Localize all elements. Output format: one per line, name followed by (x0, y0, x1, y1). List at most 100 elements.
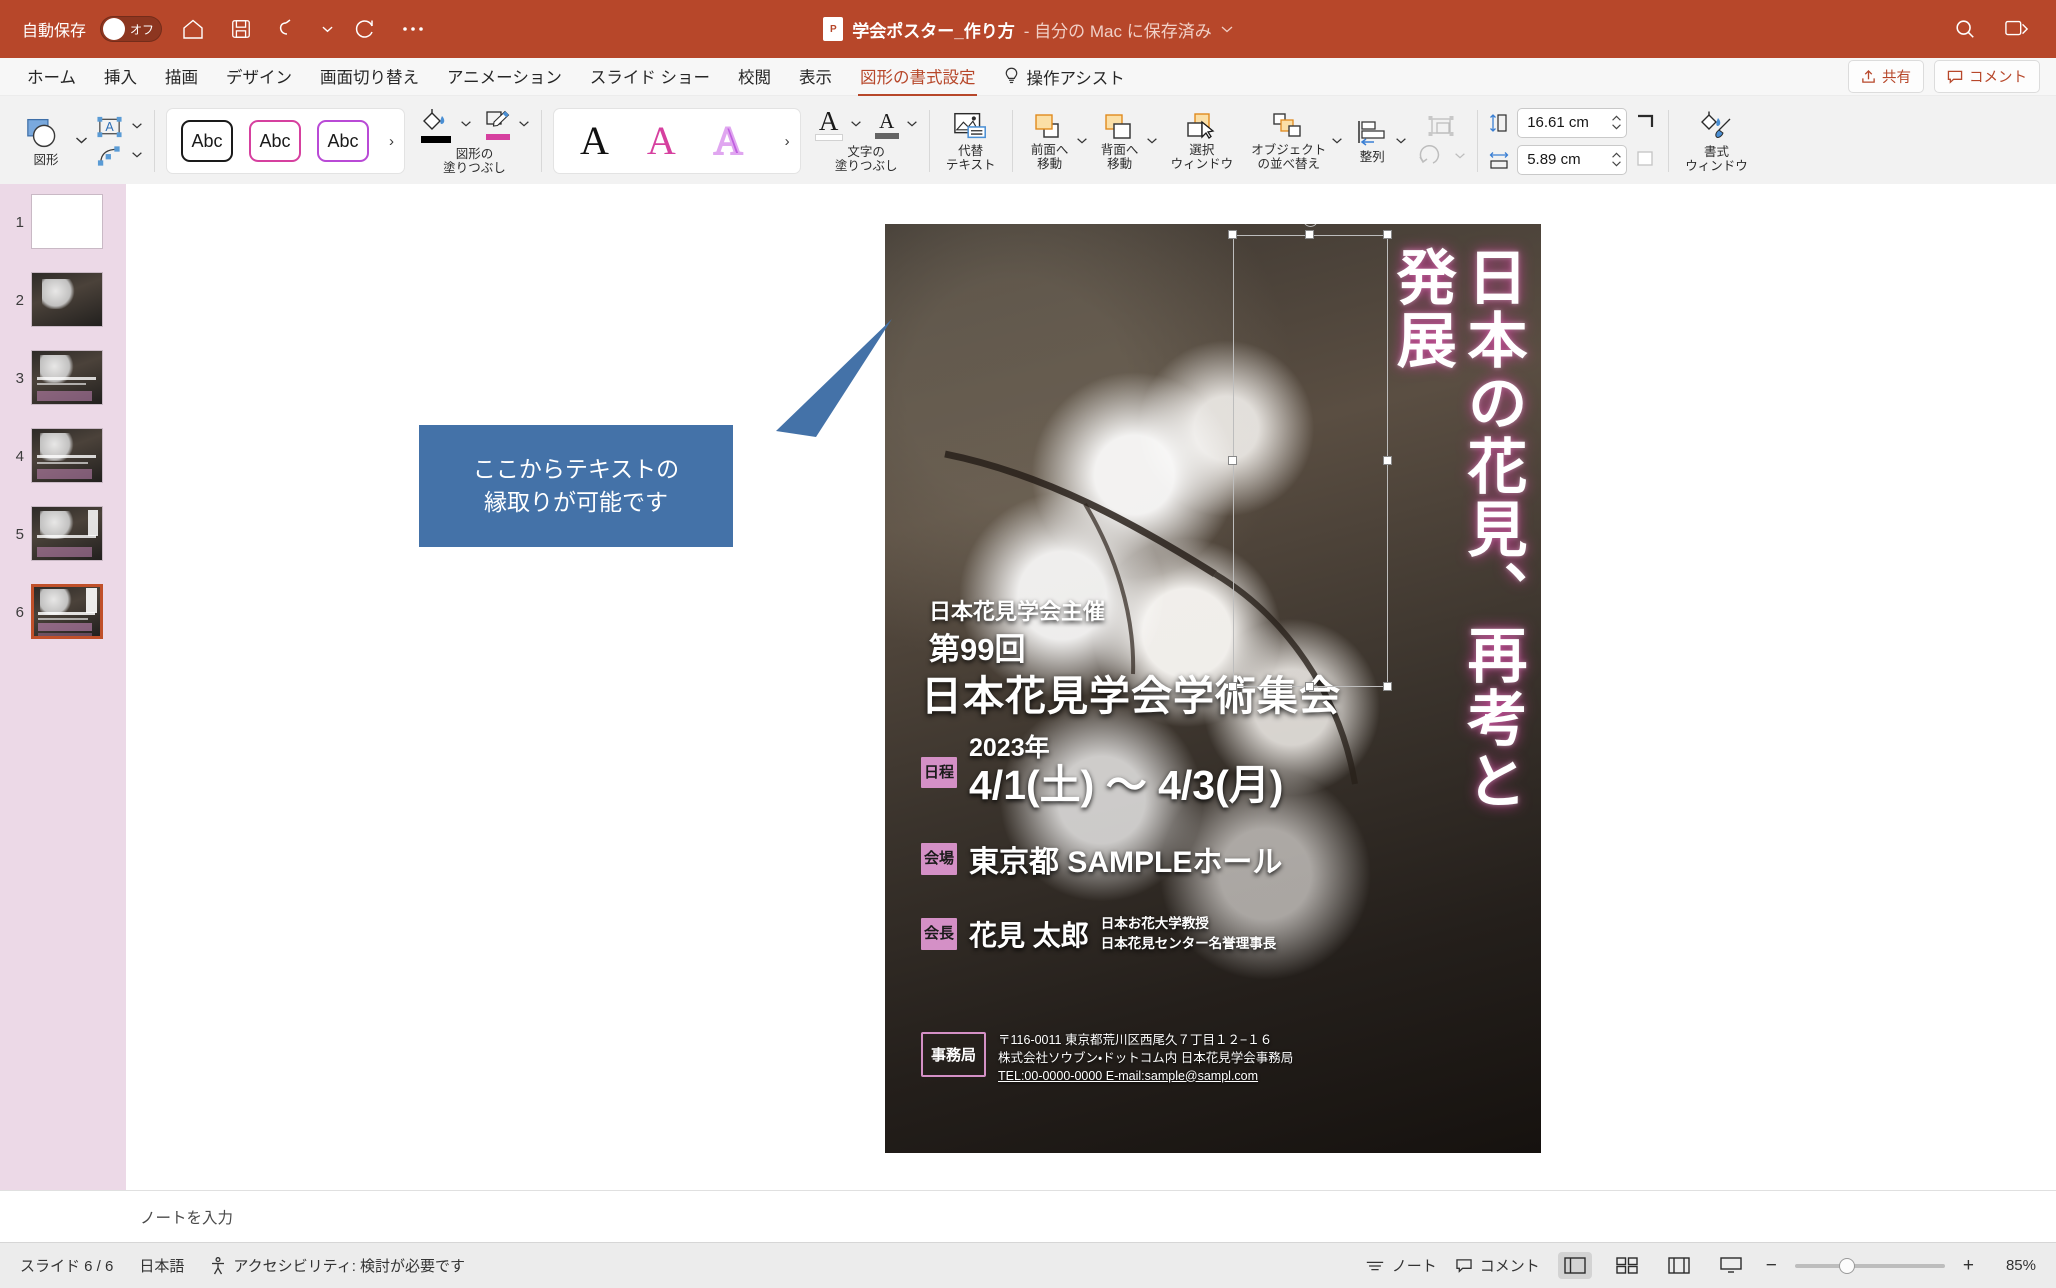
list-item[interactable]: 3 (0, 350, 126, 405)
poster-vertical-title[interactable]: 日本の花見、再考と発展 (1385, 246, 1527, 826)
share-window-icon[interactable] (2000, 12, 2034, 46)
crop-corner-icon[interactable] (1635, 113, 1657, 133)
edit-text-box-icon[interactable]: A (96, 116, 123, 138)
search-icon[interactable] (1948, 12, 1982, 46)
poster-row-chair[interactable]: 会長 花見 太郎 日本お花大学教授 日本花見センター名誉理事長 (921, 914, 1276, 954)
comments-toggle-button[interactable]: コメント (1455, 1255, 1540, 1276)
width-spinner[interactable] (1611, 152, 1622, 167)
tell-me-assist[interactable]: 操作アシスト (990, 65, 1124, 89)
selection-handle-mr[interactable] (1383, 456, 1392, 465)
zoom-level[interactable]: 85% (1992, 1257, 2036, 1274)
zoom-slider-knob[interactable] (1839, 1258, 1855, 1274)
slide-surface[interactable]: 日本の花見、再考と発展 日本花見学会主催 第99回 日本花見学会学術集会 日程 … (885, 224, 1541, 1153)
notes-toggle-button[interactable]: ノート (1365, 1255, 1437, 1276)
selection-handle-br[interactable] (1383, 682, 1392, 691)
share-button[interactable]: 共有 (1848, 60, 1924, 93)
selection-pane-button[interactable]: 選択 ウィンドウ (1166, 110, 1239, 173)
tab-view[interactable]: 表示 (786, 58, 845, 95)
shape-styles-more-icon[interactable]: › (385, 133, 398, 150)
shape-style-3[interactable]: Abc (317, 120, 369, 162)
send-backward-button[interactable]: 背面へ 移動 (1094, 110, 1146, 173)
text-outline-chevron-down-icon[interactable] (906, 119, 918, 130)
group-objects-icon[interactable] (1427, 115, 1457, 139)
list-item[interactable]: 2 (0, 272, 126, 327)
slide-thumbnail-3[interactable] (31, 350, 103, 405)
wordart-style-2[interactable]: A (647, 121, 676, 161)
text-outline-button[interactable]: A (875, 111, 899, 139)
zoom-slider[interactable] (1795, 1264, 1945, 1268)
edit-points-chevron-down-icon[interactable] (131, 150, 143, 161)
zoom-out-button[interactable]: − (1766, 1255, 1777, 1277)
title-chevron-down-icon[interactable] (1221, 25, 1233, 33)
slide-canvas[interactable]: 日本の花見、再考と発展 日本花見学会主催 第99回 日本花見学会学術集会 日程 … (126, 184, 2056, 1190)
slide-thumbnail-1[interactable] (31, 194, 103, 249)
shape-outline-button[interactable] (485, 109, 511, 140)
rotate-objects-icon[interactable] (1417, 145, 1447, 167)
text-fill-button[interactable]: A (815, 108, 843, 141)
text-fill-chevron-down-icon[interactable] (850, 119, 862, 130)
slide-thumbnail-pane[interactable]: 1 2 3 4 (0, 184, 126, 1190)
selection-handle-bc[interactable] (1305, 682, 1314, 691)
poster-host[interactable]: 日本花見学会主催 (929, 594, 1105, 626)
format-pane-button[interactable]: 書式 ウィンドウ (1680, 108, 1753, 175)
save-icon[interactable] (224, 12, 258, 46)
undo-chevron-down-icon[interactable] (320, 12, 334, 46)
view-reading-button[interactable] (1662, 1252, 1696, 1279)
selection-handle-ml[interactable] (1228, 456, 1237, 465)
shape-fill-chevron-down-icon[interactable] (460, 119, 472, 130)
list-item[interactable]: 1 (0, 194, 126, 249)
height-spinner[interactable] (1611, 115, 1622, 130)
wordart-styles-gallery[interactable]: A A A › (553, 108, 801, 174)
slide-thumbnail-2[interactable] (31, 272, 103, 327)
tab-draw[interactable]: 描画 (152, 58, 211, 95)
comments-button[interactable]: コメント (1934, 60, 2040, 93)
poster-row-date[interactable]: 日程 2023年 4/1(土) ～ 4/3(月) (921, 736, 1283, 809)
list-item[interactable]: 4 (0, 428, 126, 483)
wordart-styles-more-icon[interactable]: › (781, 133, 794, 150)
home-icon[interactable] (176, 12, 210, 46)
list-item[interactable]: 5 (0, 506, 126, 561)
zoom-in-button[interactable]: + (1963, 1255, 1974, 1277)
shape-style-1[interactable]: Abc (181, 120, 233, 162)
bring-forward-chevron-down-icon[interactable] (1076, 136, 1088, 147)
tab-transitions[interactable]: 画面切り替え (307, 58, 432, 95)
shape-fill-button[interactable] (419, 107, 453, 143)
tab-insert[interactable]: 挿入 (91, 58, 150, 95)
callout-box[interactable]: ここからテキストの 縁取りが可能です (419, 425, 733, 547)
align-button[interactable]: 整列 (1349, 117, 1395, 166)
slide-thumbnail-5[interactable] (31, 506, 103, 561)
rearrange-objects-button[interactable]: オブジェクト の並べ替え (1246, 110, 1331, 173)
alt-text-button[interactable]: 代替 テキスト (941, 109, 1001, 174)
selection-handle-tc[interactable] (1305, 230, 1314, 239)
selection-handle-tl[interactable] (1228, 230, 1237, 239)
shape-outline-chevron-down-icon[interactable] (518, 119, 530, 130)
edit-shape-points-icon[interactable] (96, 145, 123, 167)
shape-width-control[interactable]: 5.89 cm (1489, 145, 1657, 175)
language-indicator[interactable]: 日本語 (139, 1255, 184, 1276)
accessibility-status[interactable]: アクセシビリティ: 検討が必要です (210, 1255, 465, 1276)
tab-design[interactable]: デザイン (213, 58, 305, 95)
poster-row-venue[interactable]: 会場 東京都 SAMPLEホール (921, 837, 1282, 881)
size-dialog-launcher-icon[interactable] (1635, 150, 1657, 170)
tab-slideshow[interactable]: スライド ショー (577, 58, 723, 95)
poster-office-block[interactable]: 事務局 〒116-0011 東京都荒川区西尾久７丁目１２−１６ 株式会社ソウブン… (921, 1032, 1293, 1085)
more-options-icon[interactable] (396, 12, 430, 46)
poster-conference-name[interactable]: 日本花見学会学術集会 (921, 662, 1341, 722)
tab-animations[interactable]: アニメーション (434, 58, 575, 95)
notes-pane[interactable]: ノートを入力 (0, 1190, 2056, 1242)
slide-thumbnail-6[interactable] (31, 584, 103, 639)
wordart-style-3[interactable]: A (714, 121, 743, 161)
view-normal-button[interactable] (1558, 1252, 1592, 1279)
list-item[interactable]: 6 (0, 584, 126, 639)
shape-height-control[interactable]: 16.61 cm (1489, 108, 1657, 138)
rotate-chevron-down-icon[interactable] (1454, 151, 1466, 162)
autosave-toggle[interactable]: オフ (100, 16, 162, 42)
view-slide-sorter-button[interactable] (1610, 1252, 1644, 1279)
redo-icon[interactable] (348, 12, 382, 46)
align-chevron-down-icon[interactable] (1395, 136, 1407, 147)
insert-shapes-button[interactable]: 図形 (17, 114, 75, 169)
wordart-style-1[interactable]: A (580, 121, 609, 161)
tab-home[interactable]: ホーム (14, 58, 89, 95)
shape-styles-gallery[interactable]: Abc Abc Abc › (166, 108, 405, 174)
tab-shape-format[interactable]: 図形の書式設定 (847, 58, 989, 95)
